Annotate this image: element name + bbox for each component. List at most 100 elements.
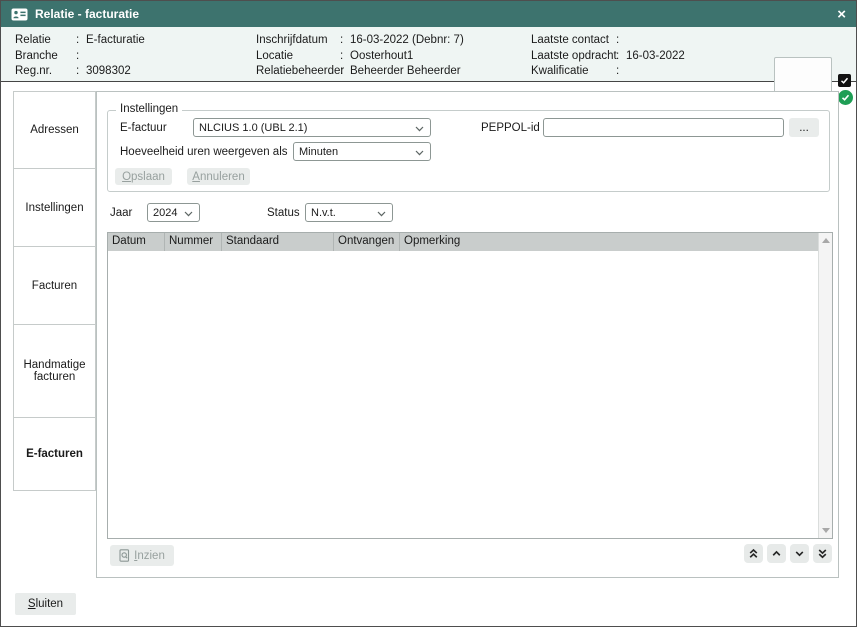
field-label: Reg.nr. <box>15 64 76 80</box>
uren-label: Hoeveelheid uren weergeven als <box>120 146 288 158</box>
column-header-standaard[interactable]: Standaard <box>222 233 334 251</box>
chevron-down-icon <box>184 211 193 217</box>
peppol-input[interactable] <box>543 118 784 137</box>
previous-record-button[interactable] <box>767 544 786 563</box>
opslaan-button[interactable]: Opslaan <box>115 168 172 185</box>
close-button[interactable]: × <box>837 7 846 22</box>
ellipsis-label: ... <box>799 122 809 134</box>
separator: : <box>76 33 86 49</box>
separator: : <box>76 64 86 80</box>
jaar-label: Jaar <box>110 207 132 219</box>
uren-select[interactable]: Minuten <box>293 142 431 161</box>
header-row: Laatste contact: <box>531 33 685 49</box>
annuleren-button[interactable]: Annuleren <box>187 168 250 185</box>
table-body-empty <box>108 251 818 538</box>
e-facturen-panel: Instellingen E-factuur NLCIUS 1.0 (UBL 2… <box>96 91 839 578</box>
sluiten-button[interactable]: Sluiten <box>15 593 76 615</box>
peppol-browse-button[interactable]: ... <box>789 118 819 137</box>
header-row: Inschrijfdatum:16-03-2022 (Debnr: 7) <box>256 33 464 49</box>
scroll-down-icon[interactable] <box>822 528 830 533</box>
button-label: Annuleren <box>192 171 244 183</box>
field-label: Relatiebeheerder <box>256 64 340 80</box>
field-value: 16-03-2022 (Debnr: 7) <box>350 33 464 49</box>
relation-header: Relatie:E-facturatie Branche: Reg.nr.:30… <box>1 27 856 82</box>
tab-label: E-facturen <box>26 448 83 460</box>
header-row: Relatiebeheerder:Beheerder Beheerder <box>256 64 464 80</box>
first-record-button[interactable] <box>744 544 763 563</box>
status-selected-value: N.v.t. <box>311 207 336 219</box>
header-row: Locatie:Oosterhout1 <box>256 49 464 65</box>
field-label: Branche <box>15 49 76 65</box>
dialog-window: Relatie - facturatie × Relatie:E-factura… <box>0 0 857 627</box>
contact-card-icon <box>11 8 28 21</box>
tab-e-facturen[interactable]: E-facturen <box>13 417 96 491</box>
header-row: Laatste opdracht:16-03-2022 <box>531 49 685 65</box>
groupbox-legend: Instellingen <box>116 103 182 115</box>
separator: : <box>616 64 626 80</box>
separator: : <box>340 64 350 80</box>
tab-facturen[interactable]: Facturen <box>13 246 96 325</box>
column-header-ontvangen[interactable]: Ontvangen <box>334 233 400 251</box>
tab-adressen[interactable]: Adressen <box>13 91 96 169</box>
field-label: Locatie <box>256 49 340 65</box>
column-header-datum[interactable]: Datum <box>108 233 165 251</box>
tab-instellingen[interactable]: Instellingen <box>13 168 96 247</box>
tab-handmatige-facturen[interactable]: Handmatige facturen <box>13 324 96 418</box>
chevron-down-icon <box>415 126 424 132</box>
last-record-button[interactable] <box>813 544 832 563</box>
inzien-button[interactable]: Inzien <box>110 545 174 566</box>
field-label: Relatie <box>15 33 76 49</box>
field-label: Kwalificatie <box>531 64 616 80</box>
status-label: Status <box>267 207 300 219</box>
efactuur-selected-value: NLCIUS 1.0 (UBL 2.1) <box>199 122 307 134</box>
record-navigation <box>744 544 832 563</box>
table-header-row: Datum Nummer Standaard Ontvangen Opmerki… <box>108 233 818 252</box>
column-header-nummer[interactable]: Nummer <box>165 233 222 251</box>
title-bar: Relatie - facturatie × <box>1 1 856 27</box>
field-label: Laatste contact <box>531 33 616 49</box>
next-record-button[interactable] <box>790 544 809 563</box>
header-row: Relatie:E-facturatie <box>15 33 145 49</box>
header-row: Kwalificatie: <box>531 64 685 80</box>
window-title: Relatie - facturatie <box>35 7 139 21</box>
double-chevron-up-icon <box>748 548 759 559</box>
header-row: Reg.nr.:3098302 <box>15 64 145 80</box>
header-col-2: Inschrijfdatum:16-03-2022 (Debnr: 7) Loc… <box>256 33 464 80</box>
separator: : <box>340 33 350 49</box>
button-label: Inzien <box>134 550 165 562</box>
jaar-select[interactable]: 2024 <box>147 203 200 222</box>
tab-label: Instellingen <box>25 202 83 214</box>
uren-selected-value: Minuten <box>299 146 338 158</box>
chevron-down-icon <box>794 548 805 559</box>
chevron-up-icon <box>771 548 782 559</box>
button-label: Sluiten <box>28 598 63 610</box>
chevron-down-icon <box>415 150 424 156</box>
document-magnifier-icon <box>119 549 130 562</box>
tab-label: Adressen <box>30 124 79 136</box>
header-col-3: Laatste contact: Laatste opdracht:16-03-… <box>531 33 685 80</box>
efactuur-label: E-factuur <box>120 122 167 134</box>
status-ok-icon <box>838 90 853 105</box>
double-chevron-down-icon <box>817 548 828 559</box>
separator: : <box>340 49 350 65</box>
header-row: Branche: <box>15 49 145 65</box>
efactuur-select[interactable]: NLCIUS 1.0 (UBL 2.1) <box>193 118 431 137</box>
checked-checkbox[interactable] <box>838 74 851 87</box>
separator: : <box>76 49 86 65</box>
field-value: Beheerder Beheerder <box>350 64 461 80</box>
chevron-down-icon <box>377 211 386 217</box>
field-value: 3098302 <box>86 64 131 80</box>
scroll-up-icon[interactable] <box>822 238 830 243</box>
jaar-selected-value: 2024 <box>153 207 177 219</box>
column-header-opmerking[interactable]: Opmerking <box>400 233 818 251</box>
status-select[interactable]: N.v.t. <box>305 203 393 222</box>
field-value: Oosterhout1 <box>350 49 413 65</box>
table-scrollbar[interactable] <box>818 233 832 538</box>
header-col-1: Relatie:E-facturatie Branche: Reg.nr.:30… <box>15 33 145 80</box>
field-value: E-facturatie <box>86 33 145 49</box>
peppol-label: PEPPOL-id <box>481 122 540 134</box>
button-label: Opslaan <box>122 171 165 183</box>
separator: : <box>616 49 626 65</box>
instellingen-groupbox: Instellingen E-factuur NLCIUS 1.0 (UBL 2… <box>107 110 830 192</box>
field-label: Inschrijfdatum <box>256 33 340 49</box>
